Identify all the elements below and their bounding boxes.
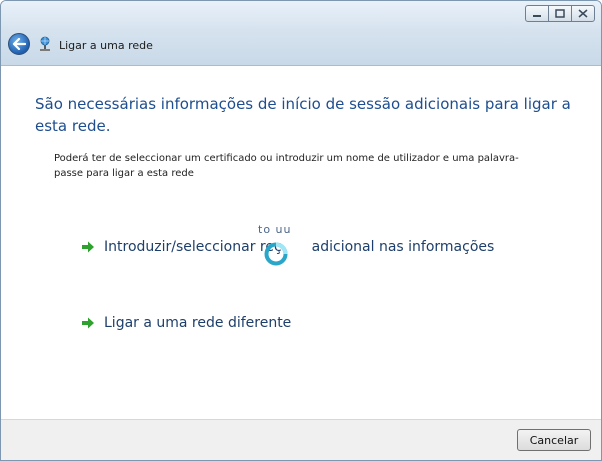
network-wizard-icon: [40, 36, 50, 51]
window-title: Ligar a uma rede: [59, 39, 153, 52]
minimize-icon: [533, 14, 541, 17]
green-arrow-icon: [82, 241, 94, 253]
green-arrow-icon: [82, 317, 94, 329]
cancel-button[interactable]: Cancelar: [517, 429, 591, 451]
page-description: Poderá ter de seleccionar um certificado…: [54, 153, 519, 179]
back-arrow-icon: [12, 38, 26, 50]
busy-spinner-icon: [264, 242, 288, 266]
close-icon: [578, 9, 588, 18]
back-button[interactable]: [8, 33, 30, 55]
page-heading: São necessárias informações de início de…: [35, 95, 571, 135]
footer-bar: Cancelar: [1, 419, 601, 460]
window-controls: [525, 5, 595, 22]
command-label: Ligar a uma rede diferente: [104, 315, 292, 331]
command-label: Introduzir/seleccionar reç: [104, 239, 282, 255]
maximize-button[interactable]: [548, 5, 572, 22]
command-label-tail: adicional nas informações: [311, 239, 495, 255]
command-link-different-network[interactable]: Ligar a uma rede diferente: [81, 315, 291, 331]
minimize-button[interactable]: [525, 5, 549, 22]
maximize-icon: [555, 9, 565, 18]
overlay-text: to uu: [258, 223, 292, 236]
wizard-window: Ligar a uma rede São necessárias informa…: [0, 0, 602, 461]
close-button[interactable]: [571, 5, 595, 22]
title-bar: Ligar a uma rede: [1, 1, 601, 66]
